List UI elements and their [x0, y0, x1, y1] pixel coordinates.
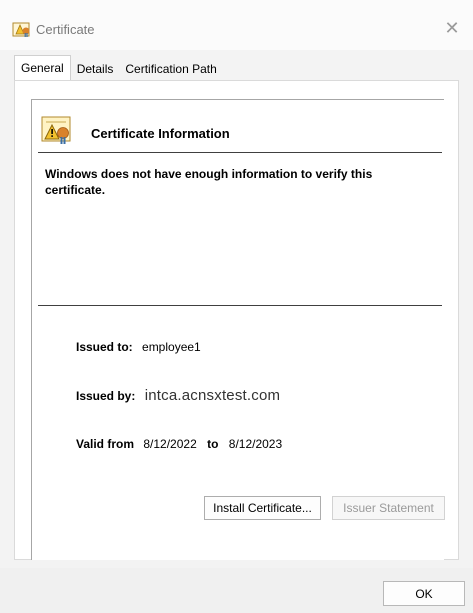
install-certificate-button[interactable]: Install Certificate...: [204, 496, 321, 520]
tab-details[interactable]: Details: [71, 57, 120, 80]
verification-warning: Windows does not have enough information…: [45, 167, 373, 197]
tab-strip: General Details Certification Path: [14, 55, 223, 81]
issued-to-label: Issued to:: [76, 340, 133, 354]
issued-to-row: Issued to: employee1: [76, 340, 201, 354]
issued-by-label: Issued by:: [76, 389, 136, 403]
title-bar: Certificate ✕: [0, 0, 473, 50]
issued-by-row: Issued by: intca.acnsxtest.com: [76, 387, 280, 404]
close-button[interactable]: ✕: [437, 14, 467, 42]
info-heading: Certificate Information: [91, 126, 230, 141]
valid-to-value: 8/12/2023: [228, 437, 283, 451]
ok-button[interactable]: OK: [383, 581, 465, 606]
window-title: Certificate: [36, 22, 95, 37]
divider: [38, 152, 442, 153]
issued-by-value: intca.acnsxtest.com: [144, 387, 281, 404]
certificate-icon: [12, 22, 30, 37]
validity-row: Valid from 8/12/2022 to 8/12/2023: [76, 437, 282, 451]
issuer-statement-button[interactable]: Issuer Statement: [332, 496, 445, 520]
issued-to-value: employee1: [142, 340, 201, 354]
tab-general[interactable]: General: [14, 55, 71, 81]
general-tab-panel: Certificate Information Windows does not…: [14, 80, 459, 560]
valid-from-label: Valid from: [76, 437, 135, 451]
close-icon: ✕: [444, 17, 460, 38]
valid-to-label: to: [207, 437, 219, 451]
valid-from-value: 8/12/2022: [143, 437, 197, 451]
divider: [38, 305, 442, 306]
certificate-info-box: Certificate Information Windows does not…: [31, 99, 444, 560]
tab-certification-path[interactable]: Certification Path: [119, 57, 222, 80]
certificate-warning-icon: [41, 116, 71, 144]
